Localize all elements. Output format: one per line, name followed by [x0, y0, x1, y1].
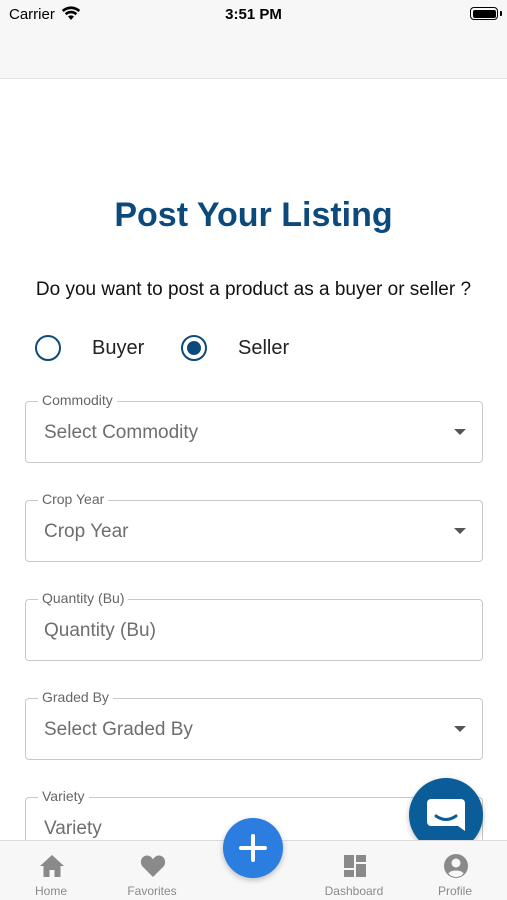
tab-dashboard[interactable]: Dashboard — [314, 841, 394, 900]
tab-profile[interactable]: Profile — [415, 841, 495, 900]
plus-icon — [239, 834, 267, 862]
home-icon — [40, 855, 64, 877]
crop-year-select[interactable]: Crop Year Crop Year — [25, 491, 483, 562]
add-listing-button[interactable] — [223, 818, 283, 878]
clock-time: 3:51 PM — [225, 6, 282, 23]
chevron-down-icon — [454, 528, 466, 534]
tab-home[interactable]: Home — [11, 841, 91, 900]
seller-label[interactable]: Seller — [238, 337, 289, 360]
tab-dashboard-label: Dashboard — [324, 884, 384, 898]
commodity-placeholder: Select Commodity — [44, 422, 199, 443]
commodity-field-label: Commodity — [38, 392, 117, 408]
seller-radio[interactable] — [181, 335, 207, 361]
battery-tip — [500, 11, 502, 16]
graded-by-field-label: Graded By — [38, 689, 113, 705]
chevron-down-icon — [454, 726, 466, 732]
quantity-field-label: Quantity (Bu) — [38, 590, 129, 606]
seller-radio-dot — [187, 341, 201, 355]
tab-favorites-label: Favorites — [127, 884, 177, 898]
variety-placeholder: Variety — [44, 818, 102, 839]
navigation-header — [0, 30, 507, 79]
dashboard-icon — [344, 855, 366, 877]
profile-icon — [444, 854, 468, 878]
heart-icon — [140, 855, 166, 877]
chevron-down-icon — [454, 429, 466, 435]
battery-icon — [470, 7, 498, 20]
crop-year-placeholder: Crop Year — [44, 521, 129, 542]
tab-favorites[interactable]: Favorites — [112, 841, 192, 900]
role-question: Do you want to post a product as a buyer… — [35, 279, 472, 300]
buyer-radio[interactable] — [35, 335, 61, 361]
variety-field-label: Variety — [38, 788, 89, 804]
page-title: Post Your Listing — [114, 196, 393, 234]
quantity-input[interactable]: Quantity (Bu) Quantity (Bu) — [25, 590, 483, 661]
quantity-placeholder: Quantity (Bu) — [44, 620, 156, 641]
tab-profile-label: Profile — [437, 884, 472, 898]
crop-year-field-label: Crop Year — [38, 491, 109, 507]
status-bar: Carrier 3:51 PM — [0, 0, 507, 30]
buyer-label[interactable]: Buyer — [92, 337, 144, 360]
graded-by-select[interactable]: Graded By Select Graded By — [25, 689, 483, 760]
tab-home-label: Home — [34, 884, 67, 898]
graded-by-placeholder: Select Graded By — [44, 719, 193, 740]
commodity-select[interactable]: Commodity Select Commodity — [25, 392, 483, 463]
